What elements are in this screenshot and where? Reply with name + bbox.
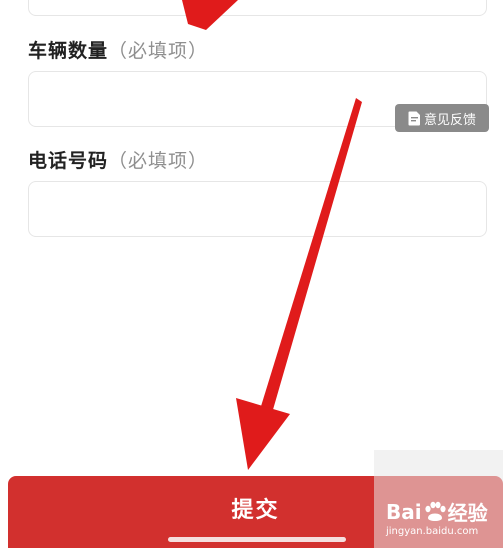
baidu-jingyan-watermark: Bai 经验 xyxy=(386,497,488,526)
watermark-url: jingyan.baidu.com xyxy=(386,526,479,537)
watermark-brand-right: 经验 xyxy=(447,501,488,525)
main-arrow-head xyxy=(236,398,290,470)
main-arrow-shaft xyxy=(258,98,362,420)
paw-icon xyxy=(423,501,447,523)
top-arrow-shape xyxy=(182,0,238,30)
watermark-brand-left: Bai xyxy=(386,499,422,524)
